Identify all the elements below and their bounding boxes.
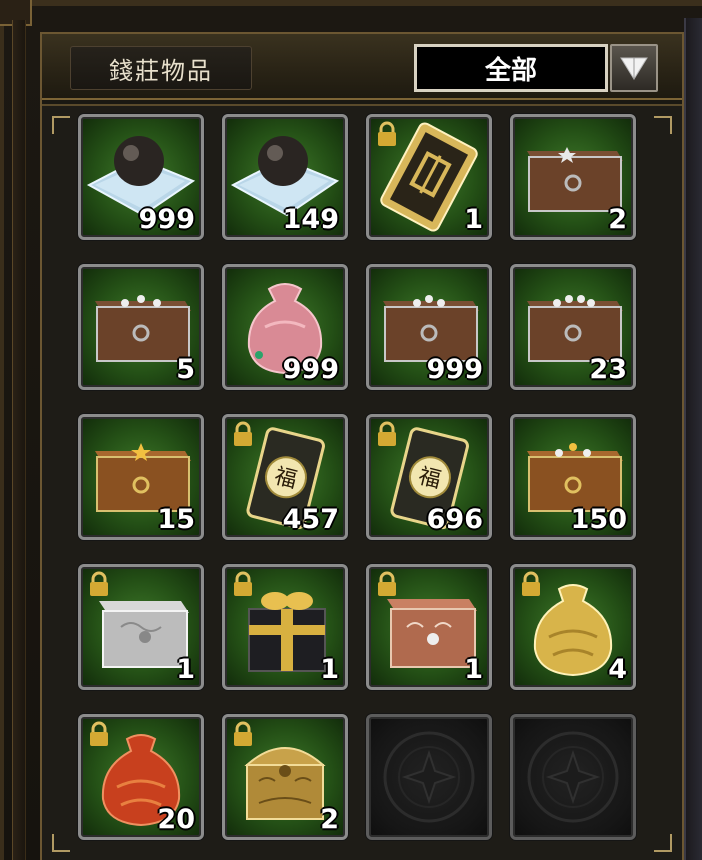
- item-slot[interactable]: 1: [78, 564, 204, 690]
- item-quantity: 20: [157, 804, 195, 835]
- empty-item-slot[interactable]: [510, 714, 636, 840]
- lock-icon: [90, 721, 108, 746]
- frame-corner: [654, 116, 672, 134]
- empty-slot-icon: [383, 731, 475, 823]
- item-slot[interactable]: 5: [78, 264, 204, 390]
- empty-item-slot[interactable]: [366, 714, 492, 840]
- item-quantity: 999: [138, 204, 195, 235]
- item-quantity: 1: [464, 654, 483, 685]
- panel-header: 錢莊物品 全部: [42, 34, 682, 100]
- item-slot[interactable]: 2: [222, 714, 348, 840]
- frame-corner: [654, 834, 672, 852]
- lock-icon: [234, 721, 252, 746]
- left-rail: [12, 20, 26, 860]
- frame-corner: [52, 834, 70, 852]
- empty-slot-icon: [527, 731, 619, 823]
- item-slot[interactable]: 999: [222, 264, 348, 390]
- scrollbar-rail[interactable]: [684, 18, 702, 860]
- item-grid: 999 149 1 2 5 999 999 23 15 福 457 福 696 …: [42, 104, 682, 860]
- item-slot[interactable]: 1: [222, 564, 348, 690]
- lock-icon: [234, 421, 252, 446]
- lock-icon: [378, 121, 396, 146]
- item-quantity: 150: [570, 504, 627, 535]
- item-quantity: 5: [176, 354, 195, 385]
- item-slot[interactable]: 2: [510, 114, 636, 240]
- lock-icon: [234, 571, 252, 596]
- item-quantity: 1: [320, 654, 339, 685]
- item-slot[interactable]: 23: [510, 264, 636, 390]
- triangle-down-icon: [620, 57, 648, 80]
- item-quantity: 23: [589, 354, 627, 385]
- item-slot[interactable]: 150: [510, 414, 636, 540]
- item-quantity: 457: [282, 504, 339, 535]
- item-slot[interactable]: 4: [510, 564, 636, 690]
- lock-icon: [378, 571, 396, 596]
- panel-title: 錢莊物品: [70, 46, 252, 90]
- item-quantity: 15: [157, 504, 195, 535]
- item-quantity: 1: [176, 654, 195, 685]
- item-slot[interactable]: 999: [366, 264, 492, 390]
- lock-icon: [522, 571, 540, 596]
- category-filter-select[interactable]: 全部: [414, 44, 608, 92]
- item-quantity: 4: [608, 654, 627, 685]
- item-quantity: 999: [282, 354, 339, 385]
- item-slot[interactable]: 999: [78, 114, 204, 240]
- item-slot[interactable]: 1: [366, 564, 492, 690]
- item-slot[interactable]: 1: [366, 114, 492, 240]
- item-quantity: 1: [464, 204, 483, 235]
- item-slot[interactable]: 福 696: [366, 414, 492, 540]
- filter-dropdown-button[interactable]: [610, 44, 658, 92]
- item-quantity: 2: [320, 804, 339, 835]
- item-quantity: 999: [426, 354, 483, 385]
- bank-items-panel: 錢莊物品 全部 999 149 1 2 5 999 999 23 15 福 45…: [40, 32, 684, 860]
- item-quantity: 696: [426, 504, 483, 535]
- item-quantity: 149: [282, 204, 339, 235]
- item-slot[interactable]: 149: [222, 114, 348, 240]
- item-slot[interactable]: 15: [78, 414, 204, 540]
- item-slot[interactable]: 福 457: [222, 414, 348, 540]
- lock-icon: [378, 421, 396, 446]
- lock-icon: [90, 571, 108, 596]
- frame-corner: [52, 116, 70, 134]
- item-slot[interactable]: 20: [78, 714, 204, 840]
- item-quantity: 2: [608, 204, 627, 235]
